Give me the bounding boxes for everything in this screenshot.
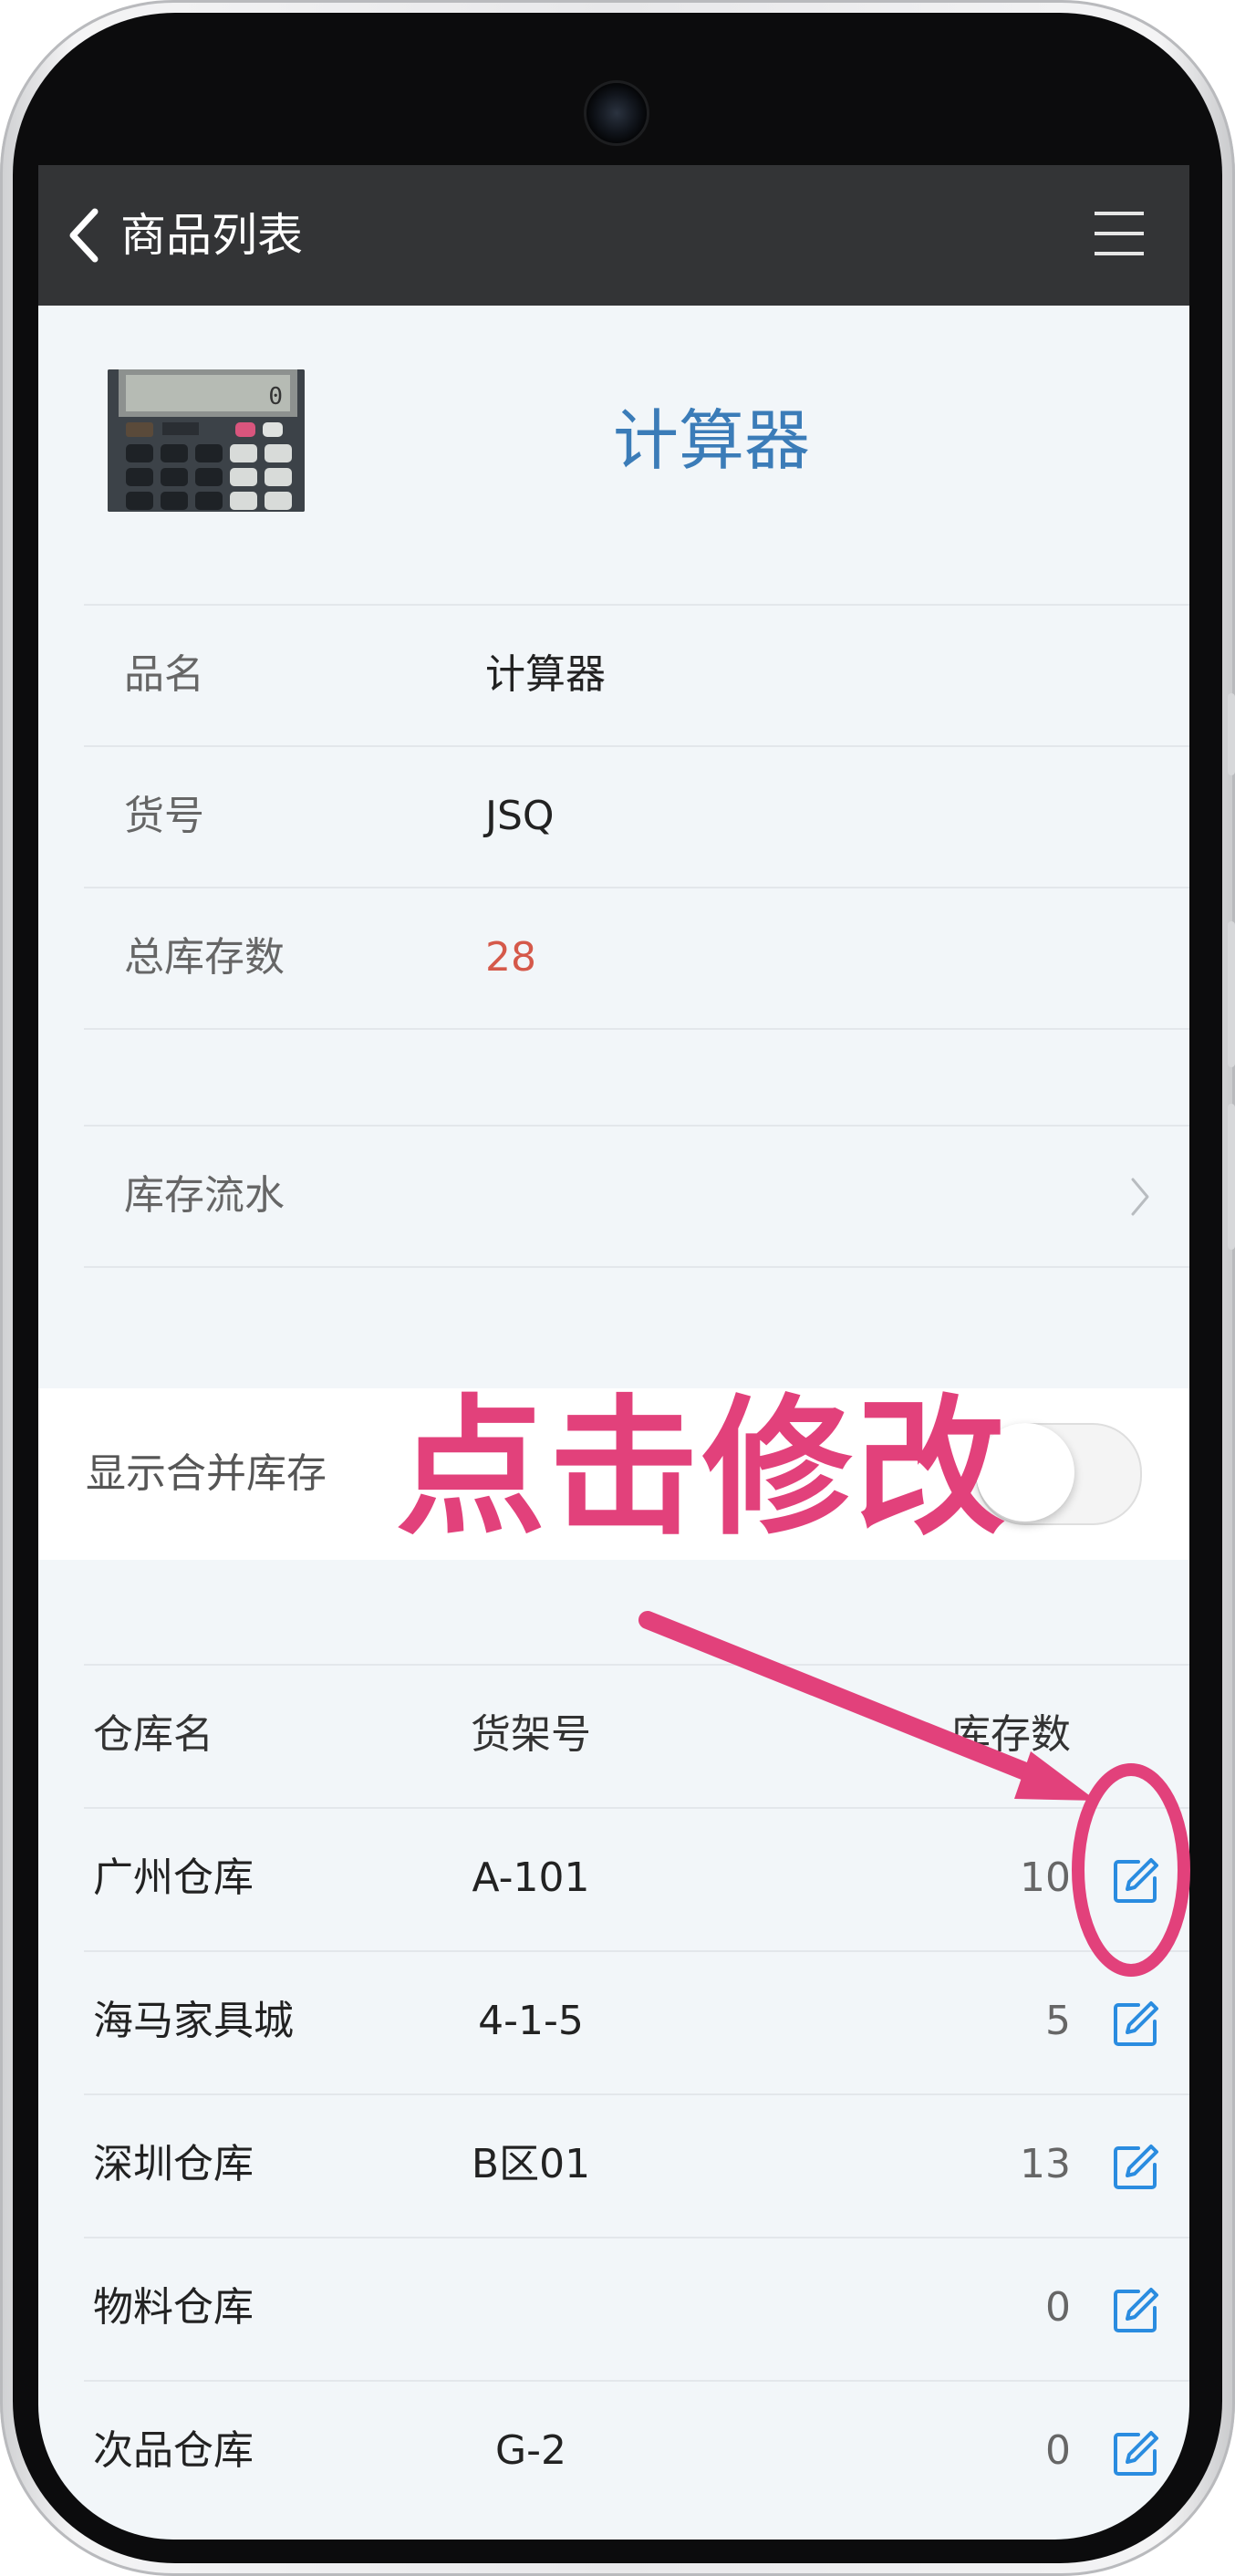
edit-icon[interactable] (1111, 2000, 1160, 2049)
product-title: 计算器 (613, 402, 811, 479)
annotation-text: 点击修改 (396, 1381, 1010, 1555)
stock-count: 0 (1045, 2284, 1071, 2331)
stock-count: 5 (1045, 1998, 1071, 2044)
field-label: 总库存数 (124, 934, 285, 981)
stock-count: 0 (1045, 2427, 1071, 2474)
shelf-number: A-101 (472, 1854, 590, 1901)
warehouse-name: 广州仓库 (93, 1854, 254, 1901)
svg-text:0: 0 (268, 383, 283, 410)
shelf-number: G-2 (495, 2427, 566, 2474)
stock-count: 13 (1020, 2141, 1071, 2187)
phone-frame: 商品列表 0 计算器 品名 计算器 货号 JSQ 总库存数 28 库存流水 显示… (0, 0, 1235, 2576)
divider (84, 1028, 1189, 1030)
page-title: 商品列表 (120, 209, 303, 262)
table-row: 广州仓库 A-101 10 (84, 1807, 1189, 1950)
edit-icon[interactable] (1111, 2143, 1160, 2192)
warehouse-name: 深圳仓库 (93, 2141, 254, 2187)
field-value: JSQ (485, 793, 555, 839)
front-camera (584, 80, 649, 146)
edit-icon[interactable] (1111, 1856, 1160, 1906)
hamburger-menu-icon[interactable] (1093, 209, 1146, 258)
field-label: 品名 (124, 651, 204, 698)
field-row-sku: 货号 JSQ (84, 745, 1189, 888)
app-screen: 商品列表 0 计算器 品名 计算器 货号 JSQ 总库存数 28 库存流水 显示… (38, 165, 1189, 2540)
warehouse-table: 仓库名 货架号 库存数 广州仓库 A-101 10 海马家具城 4-1-5 5 (84, 1664, 1189, 2523)
table-row: 海马家具城 4-1-5 5 (84, 1950, 1189, 2093)
shelf-number: 4-1-5 (478, 1998, 584, 2044)
header-stock: 库存数 (950, 1711, 1071, 1758)
field-row-name: 品名 计算器 (84, 604, 1189, 747)
nav-header: 商品列表 (38, 165, 1189, 306)
stock-flow-label: 库存流水 (124, 1172, 285, 1219)
product-image: 0 (108, 369, 305, 512)
warehouse-name: 海马家具城 (93, 1998, 294, 2044)
table-row: 次品仓库 G-2 0 (84, 2380, 1189, 2523)
stock-count: 10 (1020, 1854, 1071, 1901)
header-shelf: 货架号 (471, 1711, 591, 1758)
stock-flow-row[interactable]: 库存流水 (84, 1125, 1189, 1268)
divider (84, 1266, 1189, 1268)
field-label: 货号 (124, 793, 204, 839)
table-row: 物料仓库 0 (84, 2237, 1189, 2380)
field-row-total-stock: 总库存数 28 (84, 887, 1189, 1030)
warehouse-name: 次品仓库 (93, 2427, 254, 2474)
field-value: 计算器 (485, 651, 606, 698)
chevron-left-icon[interactable] (64, 206, 109, 265)
header-warehouse: 仓库名 (93, 1711, 213, 1758)
total-stock-value: 28 (485, 934, 536, 981)
volume-button (1228, 1104, 1235, 1250)
table-header: 仓库名 货架号 库存数 (84, 1664, 1189, 1807)
edit-icon[interactable] (1111, 2286, 1160, 2335)
chevron-right-icon (1131, 1178, 1149, 1216)
table-row: 深圳仓库 B区01 13 (84, 2093, 1189, 2237)
volume-button (1228, 921, 1235, 1067)
edit-icon[interactable] (1111, 2429, 1160, 2478)
merge-stock-label: 显示合并库存 (86, 1450, 327, 1497)
side-button (1228, 693, 1235, 775)
warehouse-name: 物料仓库 (93, 2284, 254, 2331)
shelf-number: B区01 (471, 2141, 591, 2187)
